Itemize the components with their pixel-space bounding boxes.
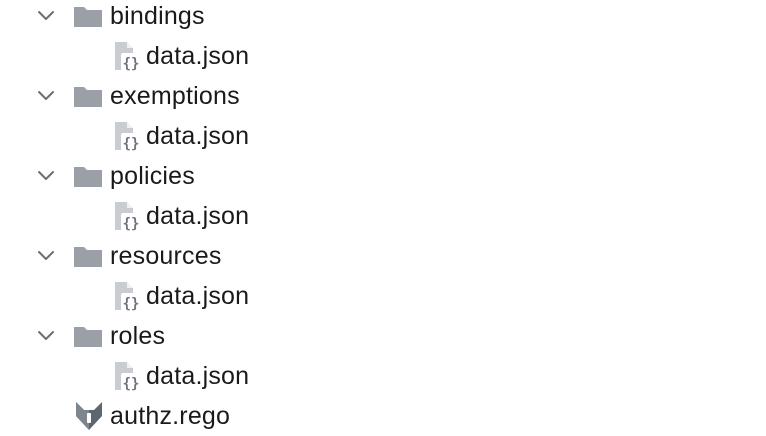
- chevron-down-icon[interactable]: [36, 166, 56, 186]
- folder-icon: [74, 7, 102, 27]
- svg-text:{}: {}: [123, 296, 140, 312]
- tree-folder-label: roles: [110, 322, 166, 350]
- tree-file-label: data.json: [146, 362, 250, 390]
- json-file-icon: {}: [115, 202, 141, 232]
- tree-folder-bindings[interactable]: bindings: [0, 0, 766, 35]
- tree-folder-policies[interactable]: policies: [0, 155, 766, 195]
- folder-icon: [74, 327, 102, 347]
- json-file-icon: {}: [115, 282, 141, 312]
- folder-icon: [74, 247, 102, 267]
- tree-folder-label: resources: [110, 242, 222, 270]
- tree-file-label: data.json: [146, 42, 250, 70]
- folder-icon: [74, 87, 102, 107]
- tree-folder-exemptions[interactable]: exemptions: [0, 75, 766, 115]
- tree-folder-resources[interactable]: resources: [0, 235, 766, 275]
- opa-rego-icon: [76, 402, 102, 430]
- folder-icon: [74, 167, 102, 187]
- svg-text:{}: {}: [123, 376, 140, 392]
- tree-file-data-json[interactable]: {} data.json: [0, 355, 766, 395]
- tree-file-data-json[interactable]: {} data.json: [0, 195, 766, 235]
- chevron-down-icon[interactable]: [36, 6, 56, 26]
- chevron-down-icon[interactable]: [36, 86, 56, 106]
- json-file-icon: {}: [115, 362, 141, 392]
- tree-folder-roles[interactable]: roles: [0, 315, 766, 355]
- chevron-down-icon[interactable]: [36, 246, 56, 266]
- tree-file-label: authz.rego: [110, 402, 231, 430]
- json-file-icon: {}: [115, 122, 141, 152]
- svg-text:{}: {}: [123, 136, 140, 152]
- tree-file-data-json[interactable]: {} data.json: [0, 35, 766, 75]
- json-file-icon: {}: [115, 42, 141, 72]
- svg-text:{}: {}: [123, 216, 140, 232]
- project-file-tree: bindings {} data.json exemptions {} data…: [0, 0, 766, 435]
- tree-file-authz-rego[interactable]: authz.rego: [0, 395, 766, 435]
- svg-text:{}: {}: [123, 56, 140, 72]
- tree-folder-label: exemptions: [110, 82, 240, 110]
- tree-file-data-json[interactable]: {} data.json: [0, 115, 766, 155]
- tree-file-data-json[interactable]: {} data.json: [0, 275, 766, 315]
- tree-file-label: data.json: [146, 202, 250, 230]
- tree-file-label: data.json: [146, 122, 250, 150]
- tree-folder-label: policies: [110, 162, 195, 190]
- tree-folder-label: bindings: [110, 2, 205, 30]
- chevron-down-icon[interactable]: [36, 326, 56, 346]
- tree-file-label: data.json: [146, 282, 250, 310]
